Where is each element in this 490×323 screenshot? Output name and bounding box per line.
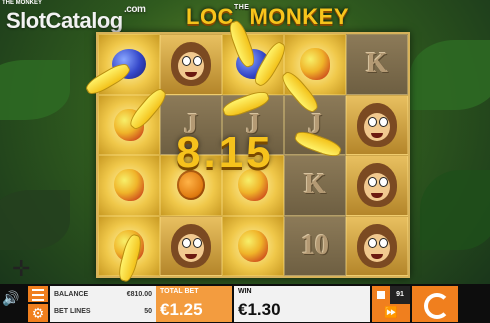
game-logo: LOCTHEMONKEY bbox=[186, 4, 349, 30]
balance-value: €810.00 bbox=[126, 291, 152, 298]
watermark-domain: .com bbox=[124, 4, 146, 15]
reel-cell: 10 bbox=[284, 215, 346, 276]
mango-symbol-icon bbox=[300, 48, 330, 81]
logo-small-text: THE bbox=[233, 4, 250, 11]
bet-lines-row: BET LINES 50 bbox=[54, 308, 152, 320]
monkey-symbol-icon bbox=[171, 42, 211, 87]
monkey-symbol-icon bbox=[357, 223, 397, 268]
win-amount-overlay: 8.15 bbox=[176, 128, 274, 177]
spin-arrow-icon bbox=[424, 293, 450, 319]
mango-symbol-icon bbox=[114, 169, 144, 202]
reel-cell bbox=[346, 215, 408, 276]
reel-cell: K bbox=[284, 155, 346, 216]
menu-button[interactable] bbox=[28, 286, 48, 302]
jungle-leaf bbox=[0, 60, 70, 120]
mango-symbol-icon bbox=[238, 229, 268, 262]
joystick-icon: ✛ bbox=[12, 256, 31, 281]
win-label: WIN bbox=[238, 288, 252, 295]
speaker-icon[interactable]: 🔊 bbox=[2, 290, 24, 316]
monkey-symbol-icon bbox=[171, 223, 211, 268]
monkey-symbol-icon bbox=[357, 102, 397, 147]
monkey-symbol-icon bbox=[357, 163, 397, 208]
game-subtitle: THE MONKEY bbox=[2, 0, 43, 6]
reel-cell bbox=[160, 34, 222, 95]
hamburger-line bbox=[32, 294, 44, 296]
logo-text: LOC bbox=[186, 4, 234, 29]
logo-text-2: MONKEY bbox=[249, 4, 350, 29]
watermark-brand: SlotCatalog bbox=[6, 8, 123, 33]
balance-label: BALANCE bbox=[54, 291, 89, 298]
reel-cell bbox=[160, 215, 222, 276]
jungle-leaf bbox=[0, 190, 70, 250]
total-bet-label: TOTAL BET bbox=[160, 288, 199, 295]
fast-forward-icon: ⏩ bbox=[384, 307, 398, 319]
letter-symbol: 10 bbox=[301, 229, 329, 261]
slotcatalog-watermark: SlotCatalog .com bbox=[6, 4, 146, 34]
reel-cell bbox=[98, 155, 160, 216]
bet-lines-label: BET LINES bbox=[54, 308, 91, 315]
letter-symbol: K bbox=[366, 48, 388, 80]
balance-row: BALANCE €810.00 bbox=[54, 291, 152, 303]
fast-forward-button[interactable]: ⏩ bbox=[372, 304, 410, 322]
reel-cell: K bbox=[346, 34, 408, 95]
win-value: €1.30 bbox=[238, 300, 281, 319]
settings-button[interactable]: ⚙ bbox=[28, 304, 48, 322]
reel-cell bbox=[346, 155, 408, 216]
letter-symbol: K bbox=[304, 169, 326, 201]
gear-icon: ⚙ bbox=[31, 305, 45, 321]
total-bet-button[interactable]: TOTAL BET €1.25 bbox=[156, 286, 232, 322]
stop-square-icon bbox=[377, 291, 385, 299]
jungle-leaf bbox=[410, 40, 490, 110]
hamburger-menu-icon bbox=[32, 289, 44, 291]
autoplay-stop-button[interactable] bbox=[372, 286, 390, 304]
jungle-leaf bbox=[420, 170, 490, 250]
hamburger-line bbox=[32, 299, 44, 301]
spin-button[interactable] bbox=[412, 286, 458, 322]
win-panel: WIN €1.30 bbox=[234, 286, 370, 322]
balance-panel: BALANCE €810.00 BET LINES 50 bbox=[50, 286, 156, 322]
reel-cell bbox=[222, 215, 284, 276]
total-bet-value: €1.25 bbox=[160, 300, 203, 319]
bet-lines-value: 50 bbox=[144, 308, 152, 315]
reel-cell bbox=[346, 94, 408, 155]
autoplay-count: 91 bbox=[390, 286, 410, 304]
